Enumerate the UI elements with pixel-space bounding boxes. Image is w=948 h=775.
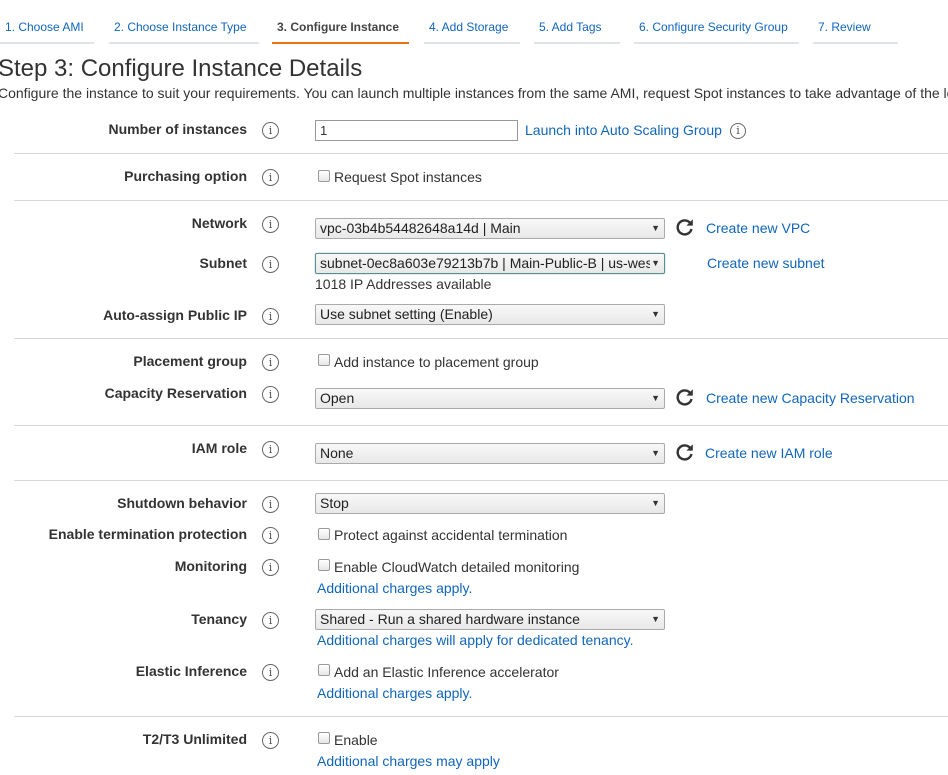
tenancy-charges-link[interactable]: Additional charges will apply for dedica… xyxy=(317,632,633,648)
refresh-icon[interactable] xyxy=(675,387,695,407)
elastic-inference-charges-link[interactable]: Additional charges apply. xyxy=(317,685,472,701)
chevron-down-icon: ▼ xyxy=(651,498,660,508)
auto-assign-public-ip-select[interactable]: Use subnet setting (Enable) ▼ xyxy=(315,304,665,325)
elastic-inference-checkbox[interactable] xyxy=(318,664,330,676)
placement-group-label: Placement group xyxy=(133,353,247,369)
refresh-icon[interactable] xyxy=(675,442,695,462)
info-icon[interactable]: i xyxy=(262,308,279,325)
monitoring-label: Monitoring xyxy=(174,558,247,574)
purchasing-option-label: Purchasing option xyxy=(124,168,247,184)
tab-configure-security-group[interactable]: 6. Configure Security Group xyxy=(634,18,799,44)
number-of-instances-input[interactable] xyxy=(315,120,518,141)
tab-choose-instance-type[interactable]: 2. Choose Instance Type xyxy=(109,18,259,44)
info-icon[interactable]: i xyxy=(262,612,279,629)
wizard-tabs: 1. Choose AMI 2. Choose Instance Type 3.… xyxy=(0,0,948,44)
network-label: Network xyxy=(191,215,247,231)
request-spot-label: Request Spot instances xyxy=(334,169,482,185)
iam-role-label: IAM role xyxy=(191,440,247,456)
info-icon[interactable]: i xyxy=(262,441,279,458)
page-title: Step 3: Configure Instance Details xyxy=(0,55,363,82)
divider xyxy=(14,480,948,481)
cloudwatch-monitoring-checkbox[interactable] xyxy=(318,559,330,571)
create-new-subnet-link[interactable]: Create new subnet xyxy=(707,255,825,271)
subnet-label: Subnet xyxy=(199,255,247,271)
chevron-down-icon: ▼ xyxy=(651,258,660,268)
chevron-down-icon: ▼ xyxy=(651,223,660,233)
tenancy-label: Tenancy xyxy=(191,611,247,627)
info-icon[interactable]: i xyxy=(262,169,279,186)
termination-protection-checkbox-label: Protect against accidental termination xyxy=(334,527,568,543)
chevron-down-icon: ▼ xyxy=(651,393,660,403)
create-new-iam-role-link[interactable]: Create new IAM role xyxy=(705,445,833,461)
capacity-reservation-label: Capacity Reservation xyxy=(104,385,247,401)
t2t3-unlimited-label: T2/T3 Unlimited xyxy=(142,731,247,747)
t2t3-charges-link[interactable]: Additional charges may apply xyxy=(317,753,500,769)
subnet-select[interactable]: subnet-0ec8a603e79213b7b | Main-Public-B… xyxy=(315,253,665,274)
info-icon[interactable]: i xyxy=(262,386,279,403)
chevron-down-icon: ▼ xyxy=(651,448,660,458)
iam-role-select[interactable]: None ▼ xyxy=(315,443,665,464)
info-icon[interactable]: i xyxy=(730,123,746,139)
info-icon[interactable]: i xyxy=(262,527,279,544)
placement-group-checkbox-label: Add instance to placement group xyxy=(334,354,539,370)
info-icon[interactable]: i xyxy=(262,122,279,139)
shutdown-behavior-label: Shutdown behavior xyxy=(117,495,247,511)
tab-add-storage[interactable]: 4. Add Storage xyxy=(424,18,520,44)
ip-addresses-available: 1018 IP Addresses available xyxy=(315,276,492,292)
create-new-vpc-link[interactable]: Create new VPC xyxy=(706,220,810,236)
capacity-reservation-select[interactable]: Open ▼ xyxy=(315,388,665,409)
info-icon[interactable]: i xyxy=(262,496,279,513)
tab-add-tags[interactable]: 5. Add Tags xyxy=(534,18,620,44)
chevron-down-icon: ▼ xyxy=(651,614,660,624)
monitoring-charges-link[interactable]: Additional charges apply. xyxy=(317,580,472,596)
info-icon[interactable]: i xyxy=(262,664,279,681)
termination-protection-label: Enable termination protection xyxy=(48,526,247,542)
elastic-inference-checkbox-label: Add an Elastic Inference accelerator xyxy=(334,664,559,680)
divider xyxy=(14,425,948,426)
request-spot-checkbox[interactable] xyxy=(318,170,330,182)
create-new-capacity-reservation-link[interactable]: Create new Capacity Reservation xyxy=(706,390,915,406)
refresh-icon[interactable] xyxy=(675,217,695,237)
info-icon[interactable]: i xyxy=(262,354,279,371)
info-icon[interactable]: i xyxy=(262,559,279,576)
divider xyxy=(14,338,948,339)
termination-protection-checkbox[interactable] xyxy=(318,528,330,540)
elastic-inference-label: Elastic Inference xyxy=(135,663,247,679)
number-of-instances-label: Number of instances xyxy=(108,121,247,137)
cloudwatch-monitoring-label: Enable CloudWatch detailed monitoring xyxy=(334,559,580,575)
t2t3-unlimited-checkbox[interactable] xyxy=(318,732,330,744)
divider xyxy=(14,200,948,201)
info-icon[interactable]: i xyxy=(262,732,279,749)
shutdown-behavior-select[interactable]: Stop ▼ xyxy=(315,493,665,514)
divider xyxy=(14,153,948,154)
tab-review[interactable]: 7. Review xyxy=(813,18,898,44)
tab-choose-ami[interactable]: 1. Choose AMI xyxy=(0,18,94,44)
tenancy-select[interactable]: Shared - Run a shared hardware instance … xyxy=(315,609,665,630)
info-icon[interactable]: i xyxy=(262,216,279,233)
t2t3-unlimited-checkbox-label: Enable xyxy=(334,732,378,748)
placement-group-checkbox[interactable] xyxy=(318,354,330,366)
auto-assign-public-ip-label: Auto-assign Public IP xyxy=(103,307,247,323)
launch-auto-scaling-link[interactable]: Launch into Auto Scaling Group xyxy=(525,122,722,138)
divider xyxy=(14,716,948,717)
info-icon[interactable]: i xyxy=(262,256,279,273)
tab-configure-instance[interactable]: 3. Configure Instance xyxy=(272,18,409,44)
network-select[interactable]: vpc-03b4b54482648a14d | Main ▼ xyxy=(315,218,665,239)
page-description: Configure the instance to suit your requ… xyxy=(0,85,948,101)
chevron-down-icon: ▼ xyxy=(651,309,660,319)
